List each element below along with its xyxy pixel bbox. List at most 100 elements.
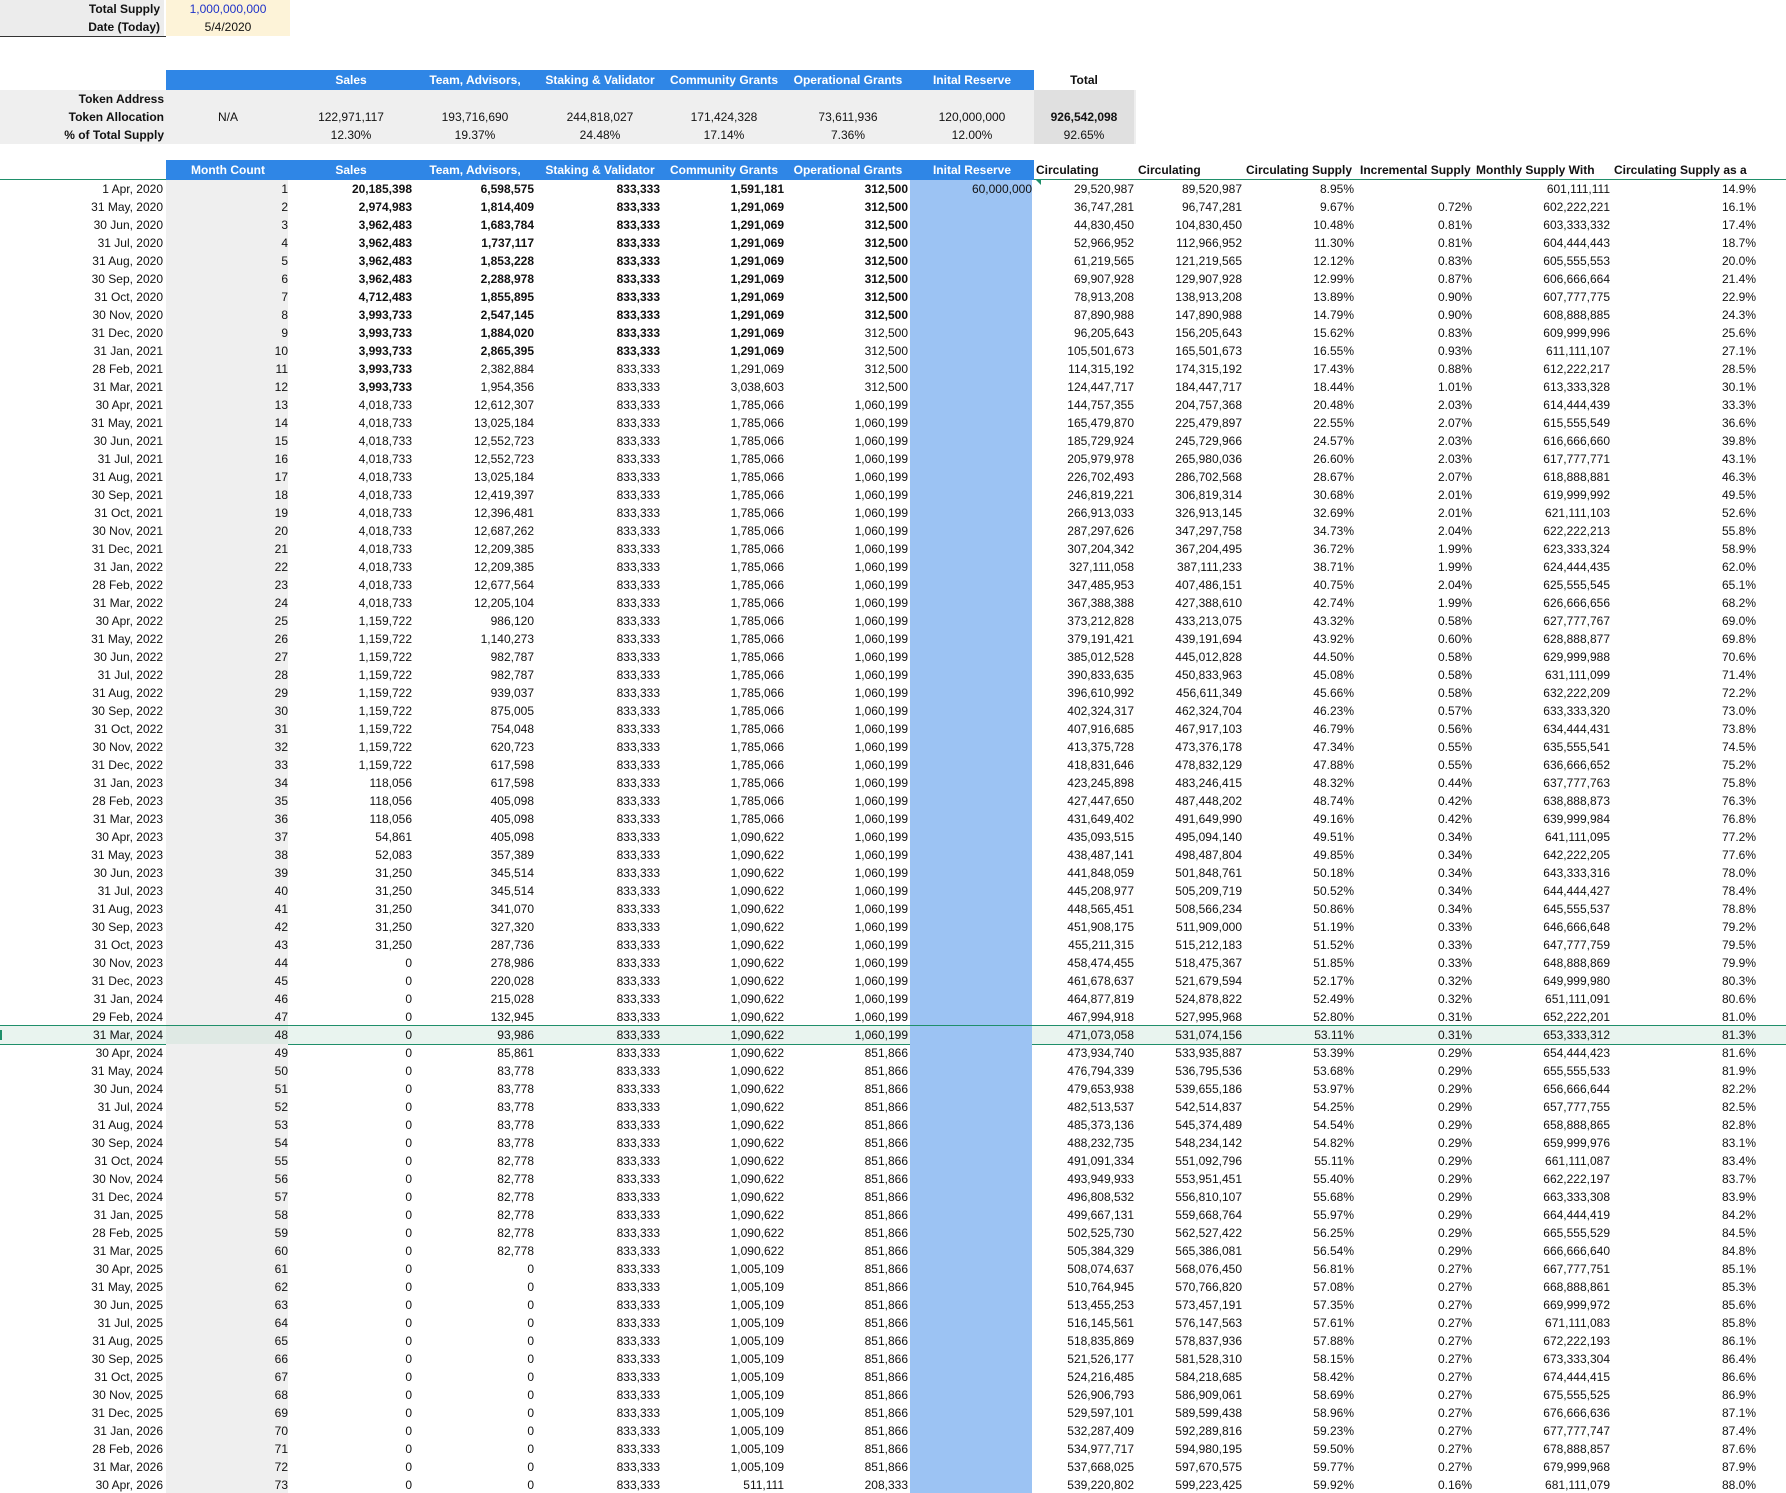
circulating-2-cell[interactable]: 548,234,142 <box>1134 1134 1242 1152</box>
month-count-cell[interactable]: 6 <box>166 270 288 288</box>
circulating-supply-cell[interactable]: 32.69% <box>1242 504 1354 522</box>
staking-cell[interactable]: 833,333 <box>534 270 660 288</box>
monthly-supply-cell[interactable]: 651,111,091 <box>1472 990 1610 1008</box>
monthly-supply-cell[interactable]: 608,888,885 <box>1472 306 1610 324</box>
monthly-supply-cell[interactable]: 613,333,328 <box>1472 378 1610 396</box>
community-cell[interactable]: 1,785,066 <box>660 738 784 756</box>
sales-cell[interactable]: 4,018,733 <box>290 576 412 594</box>
sales-cell[interactable]: 0 <box>290 990 412 1008</box>
circulating-supply-cell[interactable]: 52.17% <box>1242 972 1354 990</box>
circulating-2-cell[interactable]: 165,501,673 <box>1134 342 1242 360</box>
team-cell[interactable]: 13,025,184 <box>412 414 534 432</box>
circulating-cell[interactable]: 78,913,208 <box>1036 288 1134 306</box>
col-header-operational[interactable]: Operational Grants <box>786 160 910 180</box>
incremental-supply-cell[interactable]: 0.31% <box>1354 1008 1472 1026</box>
staking-cell[interactable]: 833,333 <box>534 468 660 486</box>
date-cell[interactable]: 28 Feb, 2022 <box>0 576 163 594</box>
circulating-supply-cell[interactable]: 49.16% <box>1242 810 1354 828</box>
monthly-supply-cell[interactable]: 628,888,877 <box>1472 630 1610 648</box>
community-cell[interactable]: 1,090,622 <box>660 1206 784 1224</box>
circulating-cell[interactable]: 524,216,485 <box>1036 1368 1134 1386</box>
allocation-cell[interactable]: 12.30% <box>290 126 412 144</box>
reserve-cell[interactable] <box>910 900 1032 918</box>
team-cell[interactable]: 0 <box>412 1296 534 1314</box>
circulating-cell[interactable]: 367,388,388 <box>1036 594 1134 612</box>
date-cell[interactable]: 31 Jul, 2020 <box>0 234 163 252</box>
community-cell[interactable]: 1,090,622 <box>660 1134 784 1152</box>
circulating-pct-cell[interactable]: 55.8% <box>1610 522 1756 540</box>
month-count-cell[interactable]: 34 <box>166 774 288 792</box>
circulating-supply-cell[interactable]: 18.44% <box>1242 378 1354 396</box>
sales-cell[interactable]: 0 <box>290 1116 412 1134</box>
monthly-supply-cell[interactable]: 646,666,648 <box>1472 918 1610 936</box>
community-cell[interactable]: 1,090,622 <box>660 864 784 882</box>
date-cell[interactable]: 30 Sep, 2021 <box>0 486 163 504</box>
circulating-2-cell[interactable]: 533,935,887 <box>1134 1044 1242 1062</box>
circulating-cell[interactable]: 458,474,455 <box>1036 954 1134 972</box>
month-count-cell[interactable]: 63 <box>166 1296 288 1314</box>
circulating-cell[interactable]: 516,145,561 <box>1036 1314 1134 1332</box>
reserve-cell[interactable] <box>910 252 1032 270</box>
circulating-2-cell[interactable]: 578,837,936 <box>1134 1332 1242 1350</box>
circulating-2-cell[interactable]: 562,527,422 <box>1134 1224 1242 1242</box>
date-cell[interactable]: 31 Jan, 2021 <box>0 342 163 360</box>
circulating-2-cell[interactable]: 521,679,594 <box>1134 972 1242 990</box>
circulating-pct-cell[interactable]: 86.6% <box>1610 1368 1756 1386</box>
circulating-supply-cell[interactable]: 57.35% <box>1242 1296 1354 1314</box>
circulating-cell[interactable]: 448,565,451 <box>1036 900 1134 918</box>
date-cell[interactable]: 31 Dec, 2025 <box>0 1404 163 1422</box>
date-cell[interactable]: 31 May, 2024 <box>0 1062 163 1080</box>
sales-cell[interactable]: 3,993,733 <box>290 342 412 360</box>
team-cell[interactable]: 405,098 <box>412 810 534 828</box>
staking-cell[interactable]: 833,333 <box>534 1098 660 1116</box>
reserve-cell[interactable] <box>910 1242 1032 1260</box>
monthly-supply-cell[interactable]: 669,999,972 <box>1472 1296 1610 1314</box>
circulating-cell[interactable]: 435,093,515 <box>1036 828 1134 846</box>
staking-cell[interactable]: 833,333 <box>534 1134 660 1152</box>
sales-cell[interactable]: 3,993,733 <box>290 306 412 324</box>
circulating-pct-cell[interactable]: 70.6% <box>1610 648 1756 666</box>
team-cell[interactable]: 754,048 <box>412 720 534 738</box>
operational-cell[interactable]: 851,866 <box>784 1170 908 1188</box>
community-cell[interactable]: 1,785,066 <box>660 666 784 684</box>
reserve-cell[interactable] <box>910 720 1032 738</box>
circulating-supply-cell[interactable]: 13.89% <box>1242 288 1354 306</box>
reserve-cell[interactable] <box>910 324 1032 342</box>
sales-cell[interactable]: 20,185,398 <box>290 180 412 198</box>
date-cell[interactable]: 31 Jul, 2023 <box>0 882 163 900</box>
circulating-2-cell[interactable]: 367,204,495 <box>1134 540 1242 558</box>
team-cell[interactable]: 1,737,117 <box>412 234 534 252</box>
circulating-pct-cell[interactable]: 80.3% <box>1610 972 1756 990</box>
date-cell[interactable]: 30 Apr, 2021 <box>0 396 163 414</box>
circulating-pct-cell[interactable]: 76.3% <box>1610 792 1756 810</box>
incremental-supply-cell[interactable]: 0.72% <box>1354 198 1472 216</box>
date-cell[interactable]: 30 Apr, 2023 <box>0 828 163 846</box>
operational-cell[interactable]: 1,060,199 <box>784 504 908 522</box>
month-count-cell[interactable]: 65 <box>166 1332 288 1350</box>
operational-cell[interactable]: 1,060,199 <box>784 522 908 540</box>
monthly-supply-cell[interactable]: 661,111,087 <box>1472 1152 1610 1170</box>
circulating-pct-cell[interactable]: 82.5% <box>1610 1098 1756 1116</box>
community-cell[interactable]: 1,785,066 <box>660 594 784 612</box>
incremental-supply-cell[interactable]: 2.04% <box>1354 522 1472 540</box>
sales-cell[interactable]: 3,962,483 <box>290 234 412 252</box>
circulating-cell[interactable]: 491,091,334 <box>1036 1152 1134 1170</box>
circulating-cell[interactable]: 451,908,175 <box>1036 918 1134 936</box>
team-cell[interactable]: 982,787 <box>412 648 534 666</box>
sales-cell[interactable]: 0 <box>290 1368 412 1386</box>
circulating-supply-cell[interactable]: 59.23% <box>1242 1422 1354 1440</box>
month-count-cell[interactable]: 20 <box>166 522 288 540</box>
date-cell[interactable]: 31 Oct, 2021 <box>0 504 163 522</box>
staking-cell[interactable]: 833,333 <box>534 558 660 576</box>
sales-cell[interactable]: 0 <box>290 1476 412 1493</box>
sales-cell[interactable]: 0 <box>290 1404 412 1422</box>
month-count-cell[interactable]: 71 <box>166 1440 288 1458</box>
community-cell[interactable]: 1,785,066 <box>660 432 784 450</box>
col-header-circulating-pct[interactable]: Circulating Supply as a <box>1614 160 1786 180</box>
month-count-cell[interactable]: 54 <box>166 1134 288 1152</box>
circulating-cell[interactable]: 526,906,793 <box>1036 1386 1134 1404</box>
staking-cell[interactable]: 833,333 <box>534 612 660 630</box>
alloc-header-sales[interactable]: Sales <box>290 70 412 90</box>
circulating-supply-cell[interactable]: 15.62% <box>1242 324 1354 342</box>
circulating-supply-cell[interactable]: 51.85% <box>1242 954 1354 972</box>
